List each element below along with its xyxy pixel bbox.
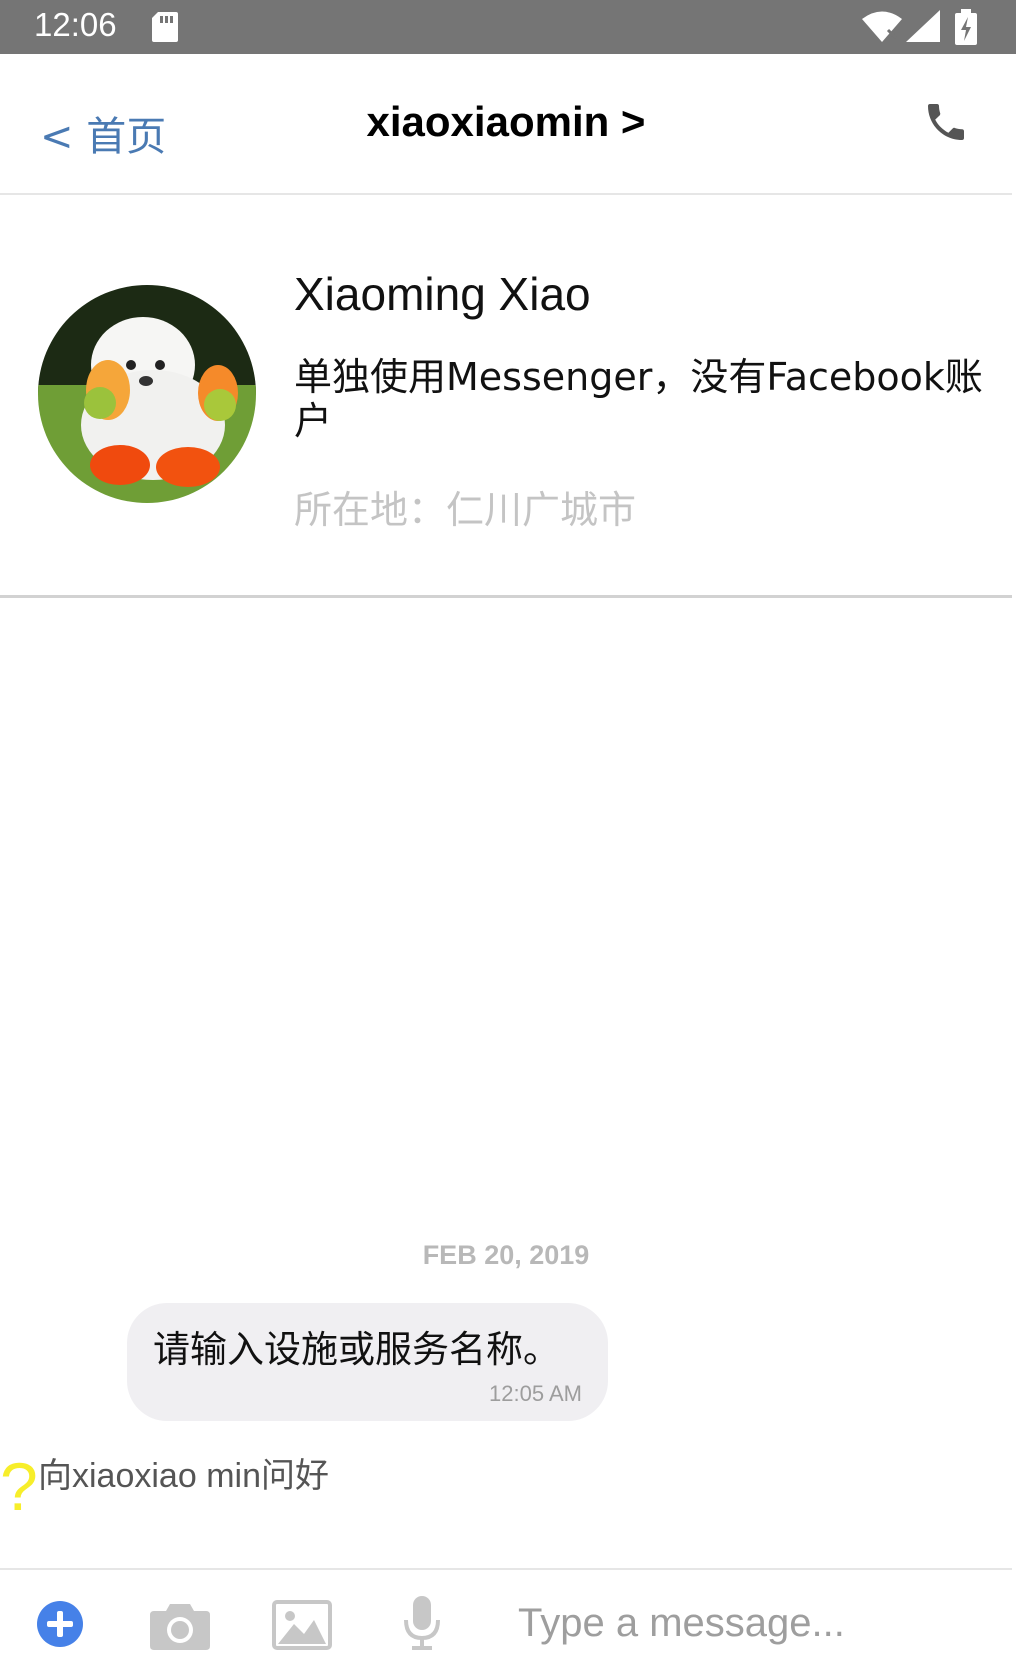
signal-icon xyxy=(906,10,940,46)
microphone-icon[interactable] xyxy=(402,1596,442,1656)
conversation-header: < 首页 xiaoxiaomin > xyxy=(0,54,1012,195)
phone-icon[interactable] xyxy=(922,98,970,150)
message-composer xyxy=(0,1568,1012,1678)
status-bar: 12:06 xyxy=(0,0,1016,54)
question-mark-icon: ? xyxy=(0,1449,38,1525)
conversation-title[interactable]: xiaoxiaomin > xyxy=(0,98,1012,146)
profile-description: 单独使用Messenger，没有Facebook账户 xyxy=(294,355,983,443)
profile-card: Xiaoming Xiao 单独使用Messenger，没有Facebook账户… xyxy=(0,195,1012,598)
greeting-row[interactable]: ? 向xiaoxiao min问好 xyxy=(0,1446,600,1522)
avatar[interactable] xyxy=(38,285,256,503)
image-icon[interactable] xyxy=(272,1600,332,1654)
profile-location: 所在地：仁川广城市 xyxy=(294,488,637,532)
message-text: 请输入设施或服务名称。 xyxy=(153,1328,560,1371)
camera-icon[interactable] xyxy=(150,1600,210,1654)
profile-name: Xiaoming Xiao xyxy=(294,268,591,320)
add-icon[interactable] xyxy=(36,1600,84,1652)
message-input[interactable] xyxy=(516,1592,990,1654)
wifi-icon xyxy=(862,10,902,46)
sd-card-icon xyxy=(152,12,178,46)
message-timestamp: 12:05 AM xyxy=(489,1381,582,1406)
greeting-text: 向xiaoxiao min问好 xyxy=(38,1457,329,1495)
battery-icon xyxy=(955,9,977,49)
message-bubble[interactable]: 请输入设施或服务名称。 12:05 AM xyxy=(127,1303,608,1421)
status-time: 12:06 xyxy=(34,6,117,43)
date-separator: FEB 20, 2019 xyxy=(422,1240,590,1270)
